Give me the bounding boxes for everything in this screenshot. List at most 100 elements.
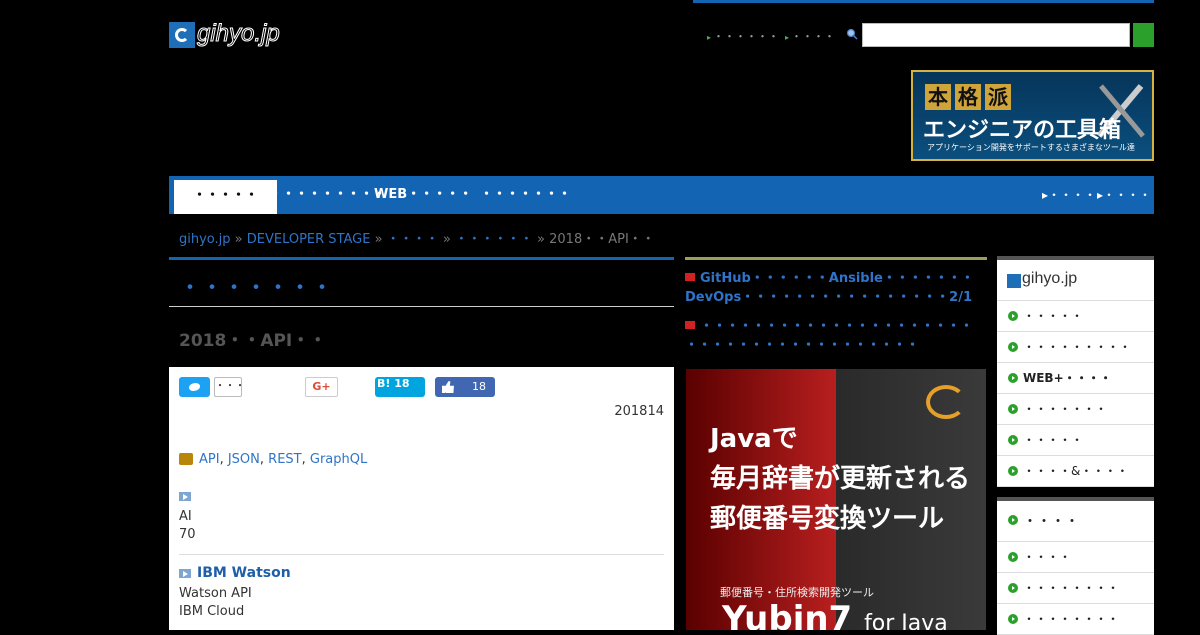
sidebar-item-label: ・・・・&・・・・	[1023, 464, 1129, 478]
header-link-label: ・・・・	[791, 30, 836, 43]
ad-product-name: Yubin7	[722, 599, 853, 630]
arrow-circle-icon	[1008, 404, 1018, 414]
article-date: 201814	[614, 404, 664, 419]
logo-icon	[1007, 274, 1021, 288]
nav-right-link-2[interactable]: ▸・・・・	[1097, 176, 1151, 214]
ad-subtext: 郵便番号・住所検索開発ツール	[720, 586, 874, 599]
sidebar-item-label: WEB+・・・・	[1023, 371, 1112, 385]
arrow-circle-icon	[1008, 311, 1018, 321]
sidebar-item-label: ・・・・・	[1023, 433, 1084, 447]
sidebar-box-gihyo: gihyo.jp ・・・・・ ・・・・・・・・・ WEB+・・・・ ・・・・・・…	[997, 256, 1154, 487]
header-link-1[interactable]: ▸ ・・・・・・	[707, 28, 779, 44]
twitter-share-count: ・・・	[214, 377, 245, 397]
banner-kanji: 格	[955, 84, 981, 110]
header-link-label: ・・・・・・	[713, 30, 780, 43]
sidebar-item[interactable]: ・・・・・・・・	[997, 573, 1154, 604]
sidebar-item[interactable]: ・・・・・	[997, 301, 1154, 332]
tag-link[interactable]: JSON	[228, 452, 260, 467]
sidebar-item[interactable]: ・・・・&・・・・	[997, 456, 1154, 487]
flag-icon	[685, 273, 695, 281]
main-nav: ・・・・・ ・・・・・・・・・ WEB・・・・・ ・・・・・・・ ▸・・・・ ▸…	[169, 176, 1154, 214]
block2-line2: IBM Cloud	[179, 604, 245, 619]
banner-subtitle: アプリケーション開発をサポートするさまざまなツール達	[927, 143, 1135, 152]
breadcrumb-link-stage[interactable]: DEVELOPER STAGE	[247, 232, 371, 247]
search-button[interactable]	[1133, 23, 1154, 47]
breadcrumb-current: 2018・・API・・	[549, 232, 655, 247]
nav-tab-home[interactable]: ・・・・・	[174, 180, 277, 214]
article-title: 2018・・API・・	[179, 331, 327, 351]
ad-product: Yubin7 for Java	[722, 599, 948, 630]
banner-title: エンジニアの工具箱	[923, 118, 1122, 143]
tag-link[interactable]: GraphQL	[310, 452, 367, 467]
nav-tab-web[interactable]: WEB・・・・・	[374, 176, 472, 214]
ad-line: 郵便番号変換ツール	[710, 504, 945, 534]
sidebar-item-label: ・・・・・・・・・	[1023, 340, 1132, 354]
nav-right-label: ・・・・	[1048, 188, 1097, 202]
section-rule	[169, 257, 674, 260]
tools-banner-ad[interactable]: 本 格 派 エンジニアの工具箱 アプリケーション開発をサポートするさまざまなツー…	[911, 70, 1154, 161]
breadcrumb-link-home[interactable]: gihyo.jp	[179, 232, 231, 247]
sidebar-box-header[interactable]: ・・・・	[997, 501, 1154, 542]
news-line: ・・・・・・・・・・・・・・・・・・・・・	[700, 319, 974, 334]
arrow-circle-icon	[1008, 515, 1018, 525]
sidebar-item-label: ・・・・・・・	[1023, 402, 1108, 416]
divider	[169, 306, 674, 307]
news-rule	[685, 257, 987, 260]
sidebar-item[interactable]: ・・・・・・・・	[997, 604, 1154, 635]
nav-right-label: ・・・・	[1103, 188, 1152, 202]
nav-right-link-1[interactable]: ▸・・・・	[1042, 176, 1096, 214]
section-title[interactable]: ・・・・・・・	[179, 270, 333, 302]
header-link-2[interactable]: ▸ ・・・・	[785, 28, 835, 44]
ad-line: 毎月辞書が更新される	[710, 464, 971, 494]
news-line: ・・・・・・・・・・・・・・・・・・	[685, 338, 920, 353]
sidebar-item[interactable]: ・・・・・	[997, 425, 1154, 456]
banner-kanji: 派	[985, 84, 1011, 110]
nav-tab-2[interactable]: ・・・・・・・・・	[269, 176, 386, 214]
breadcrumb-link-4[interactable]: ・・・・・・	[455, 232, 533, 247]
yubin7-ad[interactable]: Javaで 毎月辞書が更新される 郵便番号変換ツール 郵便番号・住所検索開発ツール …	[686, 369, 986, 630]
top-accent-bar	[693, 0, 1154, 3]
subsection-title[interactable]: IBM Watson	[197, 565, 291, 581]
breadcrumb-link-3[interactable]: ・・・・	[387, 232, 439, 247]
sidebar-item[interactable]: WEB+・・・・	[997, 363, 1154, 394]
sidebar-item[interactable]: ・・・・	[997, 542, 1154, 573]
site-logo[interactable]: gihyo.jp	[169, 20, 311, 52]
hatena-bookmark-button[interactable]: B! 18	[375, 377, 425, 397]
sidebar-logo[interactable]: gihyo.jp	[997, 260, 1154, 301]
sidebar-item[interactable]: ・・・・・・・・・	[997, 332, 1154, 363]
twitter-share-button[interactable]	[179, 377, 210, 397]
block1-line1: AI	[179, 509, 192, 524]
tag-list: API, JSON, REST, GraphQL	[199, 452, 368, 467]
arrow-circle-icon	[1008, 614, 1018, 624]
news-line: DevOps・・・・・・・・・・・・・・・・2/1	[685, 290, 973, 305]
sidebar-logo-text: gihyo.jp	[1022, 270, 1078, 287]
arrow-circle-icon	[1008, 342, 1018, 352]
article-card: ・・・ G+ B! 18 18 201814 API, JSON, REST, …	[169, 367, 674, 630]
search-input[interactable]	[862, 23, 1130, 47]
hatena-count: 18	[394, 377, 410, 390]
divider	[179, 554, 664, 555]
sidebar-item-label: ・・・・・	[1023, 309, 1084, 323]
news-item[interactable]: ・・・・・・・・・・・・・・・・・・・・・ ・・・・・・・・・・・・・・・・・・	[685, 317, 985, 355]
arrow-icon: ▸	[785, 33, 790, 42]
sidebar-item-label: ・・・・・・・・	[1023, 612, 1120, 626]
tag-link[interactable]: API	[199, 452, 220, 467]
facebook-like-button[interactable]: 18	[435, 377, 495, 397]
play-icon	[179, 569, 191, 578]
nav-tab-4[interactable]: ・・・・・・・	[480, 176, 571, 214]
play-icon	[179, 492, 191, 501]
ad-line: Javaで	[710, 424, 798, 454]
sidebar-item-label: ・・・・	[1023, 550, 1072, 564]
news-item[interactable]: GitHub・・・・・・Ansible・・・・・・・ DevOps・・・・・・・・…	[685, 269, 985, 307]
arrow-circle-icon	[1008, 552, 1018, 562]
sidebar-box-title: ・・・・	[1023, 514, 1079, 530]
ad-headline: Javaで毎月辞書が更新される 郵便番号変換ツール	[710, 419, 970, 539]
sidebar-item[interactable]: ・・・・・・・	[997, 394, 1154, 425]
advance-logo-icon	[926, 385, 966, 419]
sidebar-box-2: ・・・・ ・・・・ ・・・・・・・・ ・・・・・・・・	[997, 497, 1154, 635]
arrow-circle-icon	[1008, 435, 1018, 445]
tag-link[interactable]: REST	[268, 452, 301, 467]
gplus-share-button[interactable]: G+	[305, 377, 338, 397]
thumbs-up-icon	[442, 381, 454, 393]
news-line: GitHub・・・・・・Ansible・・・・・・・	[700, 271, 974, 286]
